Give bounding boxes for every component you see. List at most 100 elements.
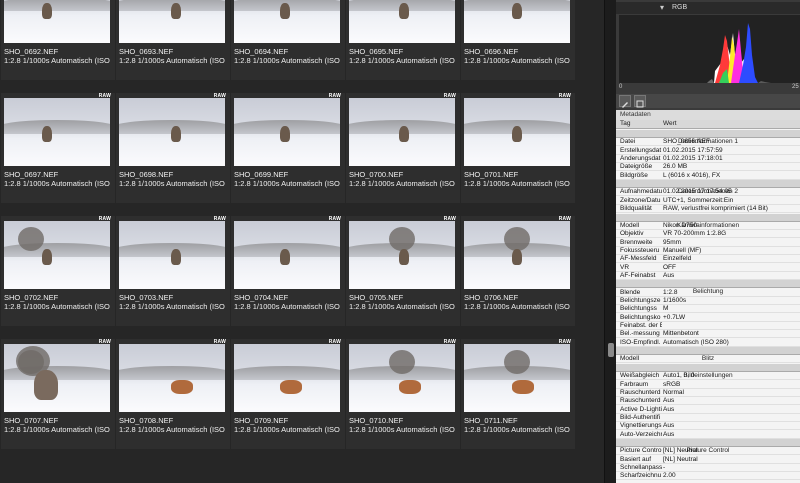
metadata-row[interactable]: Farbraum sRGB (616, 381, 800, 389)
metadata-row[interactable]: Belichtungss M (616, 305, 800, 314)
thumbnail-item[interactable]: RAW SHO_0699.NEF 1:2.8 1/1000s Automatisch… (231, 93, 345, 203)
thumbnail-grid[interactable]: SHO_0692.NEF 1:2.8 1/1000s Automatisch (I… (0, 0, 604, 483)
metadata-row[interactable]: Weißabgleich Auto1, 0, 0 (616, 372, 800, 381)
edit-icon[interactable] (619, 95, 631, 108)
histogram-graph (619, 15, 800, 83)
thumbnail-image[interactable] (119, 98, 225, 166)
metadata-row[interactable]: Objektiv VR 70-200mm 1:2.8G (616, 230, 800, 239)
metadata-row[interactable]: Basiert auf [NL] Neutral (616, 456, 800, 464)
thumbnail-image[interactable] (234, 344, 340, 412)
metadata-section-header[interactable]: Picture Control (616, 438, 800, 454)
metadata-row[interactable]: Rauschunterd Aus (616, 397, 800, 406)
metadata-row[interactable]: Änderungsdat 01.02.2015 17:18:01 (616, 155, 800, 164)
thumbnail-image[interactable] (349, 98, 455, 166)
column-tag[interactable]: Tag (620, 120, 630, 127)
metadata-row[interactable]: Zeitzone/Datu UTC+1, Sommerzeit:Ein (616, 197, 800, 205)
info-icon[interactable] (634, 95, 646, 108)
metadata-row[interactable]: Active D-Lighti Aus (616, 406, 800, 414)
thumbnail-image[interactable] (119, 344, 225, 412)
thumbnail-image[interactable] (234, 0, 340, 43)
thumbnail-image[interactable] (4, 221, 110, 289)
thumbnail-item[interactable]: RAW SHO_0708.NEF 1:2.8 1/1000s Automatisch… (116, 339, 230, 449)
thumbnail-item[interactable]: RAW SHO_0709.NEF 1:2.8 1/1000s Automatisch… (231, 339, 345, 449)
thumbnail-item[interactable]: RAW SHO_0707.NEF 1:2.8 1/1000s Automatisch… (1, 339, 115, 449)
thumbnail-image[interactable] (464, 0, 570, 43)
thumbnail-item[interactable]: RAW SHO_0701.NEF 1:2.8 1/1000s Automatisch… (461, 93, 575, 203)
thumbnail-image[interactable] (4, 344, 110, 412)
metadata-row[interactable]: Dateigröße 26.0 MB (616, 163, 800, 172)
metadata-row[interactable]: AF-Feinabst Aus (616, 272, 800, 280)
metadata-row[interactable]: Scharfzeichnu 2.00 (616, 472, 800, 481)
metadata-row[interactable]: VR OFF (616, 264, 800, 272)
metadata-row[interactable]: Belichtungsze 1/1600s (616, 297, 800, 305)
cat-subject (280, 380, 302, 394)
thumbnail-item[interactable]: RAW SHO_0710.NEF 1:2.8 1/1000s Automatisch… (346, 339, 460, 449)
metadata-key: Weißabgleich (620, 372, 660, 380)
thumbnail-item[interactable]: SHO_0694.NEF 1:2.8 1/1000s Automatisch (I… (231, 0, 345, 80)
metadata-section-header[interactable]: Kamerainformationen (616, 213, 800, 229)
thumbnail-item[interactable]: RAW SHO_0697.NEF 1:2.8 1/1000s Automatisch… (1, 93, 115, 203)
thumbnail-image[interactable] (119, 221, 225, 289)
grid-scrollbar[interactable] (604, 0, 616, 483)
metadata-row[interactable]: Bildqualität RAW, verlustfrei komprimiert… (616, 205, 800, 214)
metadata-row[interactable]: Vignettierungs Aus (616, 422, 800, 431)
metadata-row[interactable]: Feinabst. der B (616, 322, 800, 331)
thumbnail-item[interactable]: RAW SHO_0704.NEF 1:2.8 1/1000s Automatisch… (231, 216, 345, 326)
metadata-row[interactable]: Rauschunterd Normal (616, 389, 800, 397)
raw-badge: RAW (98, 339, 111, 345)
metadata-row[interactable]: Erstellungsdat 01.02.2015 17:57:59 (616, 147, 800, 155)
thumbnail-image[interactable] (349, 344, 455, 412)
metadata-row[interactable]: Bild-Authentifi (616, 414, 800, 422)
thumbnail-image[interactable] (349, 0, 455, 43)
thumbnail-item[interactable]: RAW SHO_0703.NEF 1:2.8 1/1000s Automatisch… (116, 216, 230, 326)
thumbnail-filename: SHO_0706.NEF (464, 293, 519, 302)
scrollbar-thumb[interactable] (608, 343, 614, 357)
thumbnail-item[interactable]: RAW SHO_0700.NEF 1:2.8 1/1000s Automatisch… (346, 93, 460, 203)
thumbnail-item[interactable]: RAW SHO_0698.NEF 1:2.8 1/1000s Automatisch… (116, 93, 230, 203)
thumbnail-item[interactable]: RAW SHO_0706.NEF 1:2.8 1/1000s Automatisch… (461, 216, 575, 326)
metadata-row[interactable]: Belichtungsko +0.7LW (616, 314, 800, 322)
metadata-section-header[interactable]: Dateiinformationen 2 (616, 180, 800, 195)
thumbnail-image[interactable] (464, 98, 570, 166)
metadata-row[interactable]: Picture Contro [NL] Neutral (616, 447, 800, 456)
thumbnail-filename: SHO_0707.NEF (4, 416, 59, 425)
metadata-row[interactable]: Brennweite 95mm (616, 239, 800, 247)
channel-dropdown-icon[interactable]: ▾ (660, 3, 664, 12)
metadata-section-header[interactable]: Blitz (616, 347, 800, 362)
thumbnail-image[interactable] (234, 221, 340, 289)
metadata-row[interactable]: Auto-Verzeichr Aus (616, 431, 800, 439)
thumbnail-image[interactable] (4, 98, 110, 166)
metadata-row[interactable]: Datei SHO_0656.NEF (616, 138, 800, 147)
thumbnail-image[interactable] (464, 344, 570, 412)
thumbnail-image[interactable] (464, 221, 570, 289)
metadata-section-header[interactable]: Bildeinstellungen (616, 363, 800, 379)
metadata-panel-title: Metadaten (620, 111, 651, 118)
thumbnail-image[interactable] (119, 0, 225, 43)
metadata-row[interactable]: AF-Messfeld Einzelfeld (616, 255, 800, 264)
metadata-row[interactable]: Bildgröße L (6016 x 4016), FX (616, 172, 800, 180)
metadata-row[interactable]: Schnellanpass - (616, 464, 800, 472)
thumbnail-item[interactable]: SHO_0693.NEF 1:2.8 1/1000s Automatisch (I… (116, 0, 230, 80)
metadata-panel-header[interactable]: Metadaten (616, 110, 800, 120)
thumbnail-item[interactable]: RAW SHO_0705.NEF 1:2.8 1/1000s Automatisch… (346, 216, 460, 326)
metadata-row[interactable]: Blende 1:2.8 (616, 289, 800, 297)
metadata-section-header[interactable]: Dateiinformationen 1 (616, 130, 800, 145)
metadata-row[interactable]: ISO-Empfindl. Automatisch (ISO 280) (616, 339, 800, 347)
column-value[interactable]: Wert (663, 120, 677, 127)
metadata-value: Aus (663, 271, 675, 279)
metadata-row[interactable]: Bel.-messung Mittenbetont (616, 330, 800, 339)
histogram-channel[interactable]: RGB (672, 4, 687, 11)
metadata-row[interactable]: Aufnahmedatu 01.02.2015 17:17:54.05 (616, 188, 800, 197)
metadata-section-header[interactable]: Belichtung (616, 280, 800, 295)
thumbnail-image[interactable] (4, 0, 110, 43)
thumbnail-item[interactable]: SHO_0696.NEF 1:2.8 1/1000s Automatisch (I… (461, 0, 575, 80)
thumbnail-item[interactable]: SHO_0692.NEF 1:2.8 1/1000s Automatisch (I… (1, 0, 115, 80)
metadata-row[interactable]: Fokussteueru Manuell (MF) (616, 247, 800, 255)
metadata-row[interactable]: Modell (616, 355, 800, 364)
metadata-row[interactable]: Modell Nikon D750 (616, 222, 800, 230)
thumbnail-image[interactable] (349, 221, 455, 289)
thumbnail-image[interactable] (234, 98, 340, 166)
thumbnail-item[interactable]: RAW SHO_0702.NEF 1:2.8 1/1000s Automatisch… (1, 216, 115, 326)
thumbnail-item[interactable]: SHO_0695.NEF 1:2.8 1/1000s Automatisch (I… (346, 0, 460, 80)
thumbnail-item[interactable]: RAW SHO_0711.NEF 1:2.8 1/1000s Automatisch… (461, 339, 575, 449)
